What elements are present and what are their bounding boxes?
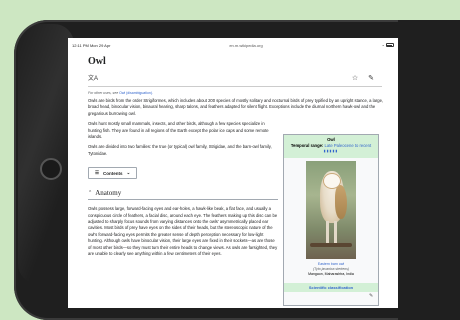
infobox: Owl Temporal range: Late Paleocene to re… — [283, 134, 379, 306]
page-title: Owl — [88, 56, 106, 67]
fossil-range-bar: ▮▮▮▮▮ — [323, 149, 339, 154]
infobox-title: Owl — [327, 137, 335, 142]
address-bar[interactable]: en.m.wikipedia.org — [229, 43, 262, 48]
home-button[interactable] — [40, 158, 62, 180]
wifi-icon: ◔ — [381, 42, 384, 48]
image-caption: Eastern barn owl (Tyto javanica stertens… — [284, 262, 378, 277]
status-time: 12:11 PM Mon 29 Apr — [72, 42, 111, 48]
battery-icon — [385, 43, 394, 47]
intro-paragraph-1: Owls are birds from the order Strigiform… — [88, 98, 384, 116]
classification-edit-icon[interactable]: ✎ — [369, 293, 373, 299]
intro-paragraph-2: Owls hunt mostly small mammals, insects,… — [88, 121, 269, 140]
status-icons: ◔ — [382, 43, 394, 48]
tablet-screen: 12:11 PM Mon 29 Apr en.m.wikipedia.org ◔… — [68, 38, 398, 308]
hatnote: For other uses, see Owl (disambiguation)… — [88, 91, 153, 95]
intro-paragraph-3: Owls are divided into two families: the … — [88, 144, 272, 156]
caption-link[interactable]: Eastern barn owl — [318, 262, 344, 266]
main-column: For other uses, see Owl (disambiguation)… — [88, 91, 278, 95]
temporal-range-label: Temporal range: — [290, 142, 324, 148]
caption-location: Mangaon, Maharashtra, India — [308, 271, 354, 276]
language-icon[interactable]: 文A — [88, 73, 98, 82]
section-heading-anatomy[interactable]: ⌃ Anatomy — [88, 189, 278, 201]
contents-button[interactable]: ☰ Contents ⌄ — [88, 167, 138, 180]
article-toolbar: 文A ☆ ✎ — [88, 73, 382, 87]
chevron-down-icon: ⌄ — [126, 170, 131, 176]
infobox-header: Owl Temporal range: Late Paleocene to re… — [284, 135, 378, 158]
disambiguation-link[interactable]: Owl (disambiguation). — [119, 91, 153, 95]
toc-icon: ☰ — [95, 170, 100, 176]
tablet-bezel-right — [398, 20, 460, 320]
scientific-classification-header[interactable]: Scientific classification — [284, 282, 378, 292]
temporal-range-value[interactable]: Late Paleocene to recent — [325, 143, 372, 148]
status-bar: 12:11 PM Mon 29 Apr en.m.wikipedia.org ◔ — [68, 40, 398, 50]
screen-glare — [18, 24, 74, 284]
anatomy-paragraph: Owls possess large, forward-facing eyes … — [88, 206, 278, 257]
edit-icon[interactable]: ✎ — [368, 74, 374, 82]
caption-scientific-name: (Tyto javanica stertens) — [312, 266, 350, 271]
barn-owl-photo[interactable] — [306, 160, 356, 259]
star-icon[interactable]: ☆ — [352, 74, 358, 82]
chevron-up-icon: ⌃ — [88, 191, 93, 197]
